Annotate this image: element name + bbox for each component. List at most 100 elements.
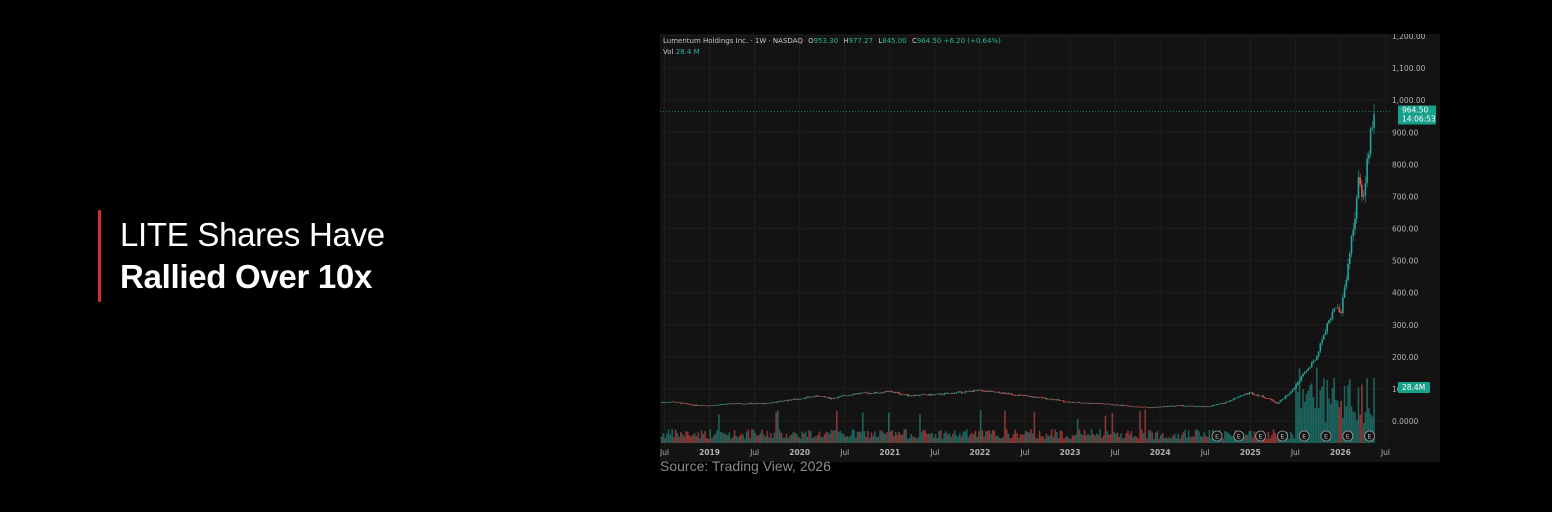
candle-body (1005, 393, 1008, 395)
volume-bar (1250, 430, 1252, 443)
candle-body (1073, 402, 1076, 403)
volume-bar (803, 433, 805, 443)
volume-bar (1158, 438, 1160, 443)
volume-bar (792, 431, 795, 443)
price-chart[interactable]: 1,200.00 1,100.00 1,000.00 900.00 800.00 700.… (660, 34, 1440, 462)
candle-body (1345, 280, 1348, 288)
candle-body (1305, 370, 1308, 372)
candle-body (1099, 403, 1102, 405)
volume-bar (1019, 434, 1022, 443)
candle-body (664, 402, 666, 403)
candle-body (846, 395, 848, 397)
candle-body (1144, 406, 1147, 408)
volume-bar (1189, 437, 1192, 443)
volume-bar (945, 431, 947, 443)
volume-bar (1161, 433, 1164, 443)
candle-body (1050, 398, 1053, 400)
x-tick-label: 2024 (1150, 448, 1171, 457)
volume-bar (778, 429, 781, 443)
candle-body (1168, 406, 1171, 407)
candle-body (695, 404, 698, 406)
candle-body (945, 393, 947, 394)
volume-bar (775, 412, 777, 443)
volume-bar (863, 431, 866, 443)
candle-body (1184, 406, 1186, 407)
candle-body (1215, 404, 1218, 406)
candle-body (1264, 397, 1266, 399)
candle-body (886, 391, 888, 392)
volume-bar (723, 433, 725, 443)
volume-bar (1076, 418, 1079, 443)
candle-body (1296, 382, 1299, 386)
candle-body (809, 397, 812, 398)
candle-body (1071, 402, 1074, 403)
candle-body (863, 392, 866, 394)
candle-body (1115, 404, 1117, 406)
candle-body (685, 403, 687, 404)
volume-bar (1137, 438, 1140, 443)
volume-bar (747, 429, 750, 443)
candle-body (1132, 406, 1134, 408)
volume-bar (1246, 435, 1249, 443)
volume-bar (1090, 429, 1093, 443)
candle-body (738, 402, 741, 404)
volume-bar (1265, 438, 1268, 443)
candle-body (853, 393, 855, 395)
candle-body (1274, 401, 1277, 403)
candle-body (874, 392, 876, 394)
candle-body (686, 403, 689, 405)
volume-bar (910, 434, 913, 443)
chart-canvas[interactable]: 1,200.00 1,100.00 1,000.00 900.00 800.00 700.… (660, 34, 1440, 462)
candle-body (1165, 406, 1167, 407)
volume-bar (908, 438, 911, 443)
candle-body (953, 393, 956, 394)
candle-body (905, 394, 907, 395)
y-tick-label: 200.00 (1392, 353, 1418, 362)
candle-body (1300, 376, 1303, 381)
candle-body (1125, 405, 1128, 406)
volume-bar (1037, 438, 1039, 443)
volume-bar (1134, 435, 1136, 443)
candle-body (1045, 397, 1048, 400)
candle-body (965, 391, 968, 392)
volume-bar (964, 431, 966, 443)
candle-body (991, 391, 994, 392)
y-tick-label: 400.00 (1392, 289, 1418, 298)
candle-body (1128, 406, 1131, 407)
candle-body (1193, 405, 1195, 407)
candle-body (728, 403, 731, 405)
candle-body (1087, 402, 1089, 404)
volume-bar (704, 431, 706, 443)
volume-bar (1121, 438, 1124, 443)
candle-body (1312, 360, 1315, 364)
candle-body (1167, 406, 1169, 407)
candle-body (894, 392, 897, 393)
candle-body (1153, 407, 1155, 408)
candle-body (1260, 395, 1263, 397)
x-tick-label: 2025 (1240, 448, 1261, 457)
volume-bar (1206, 437, 1209, 443)
x-tick-label: 2023 (1060, 448, 1081, 457)
volume-bar (874, 431, 876, 443)
volume-bar (770, 433, 772, 443)
y-tick-label: 1,100.00 (1392, 64, 1426, 73)
volume-bar (700, 430, 703, 443)
candle-body (1357, 177, 1360, 199)
volume-bar (860, 431, 862, 443)
candle-body (745, 403, 748, 405)
candle-body (785, 400, 788, 402)
volume-bar (1198, 431, 1200, 443)
volume-bar (1231, 435, 1233, 443)
candle-body (1206, 406, 1209, 408)
candle-body (692, 404, 694, 406)
volume-bar (716, 430, 718, 443)
candle-body (679, 402, 682, 404)
candle-body (1104, 403, 1107, 405)
candle-body (1004, 392, 1006, 394)
volume-bar (1061, 431, 1063, 443)
candle-body (1342, 297, 1344, 313)
candle-body (1208, 406, 1211, 407)
candle-body (782, 401, 784, 402)
volume-bar (1038, 430, 1041, 443)
volume-bar (719, 431, 722, 443)
